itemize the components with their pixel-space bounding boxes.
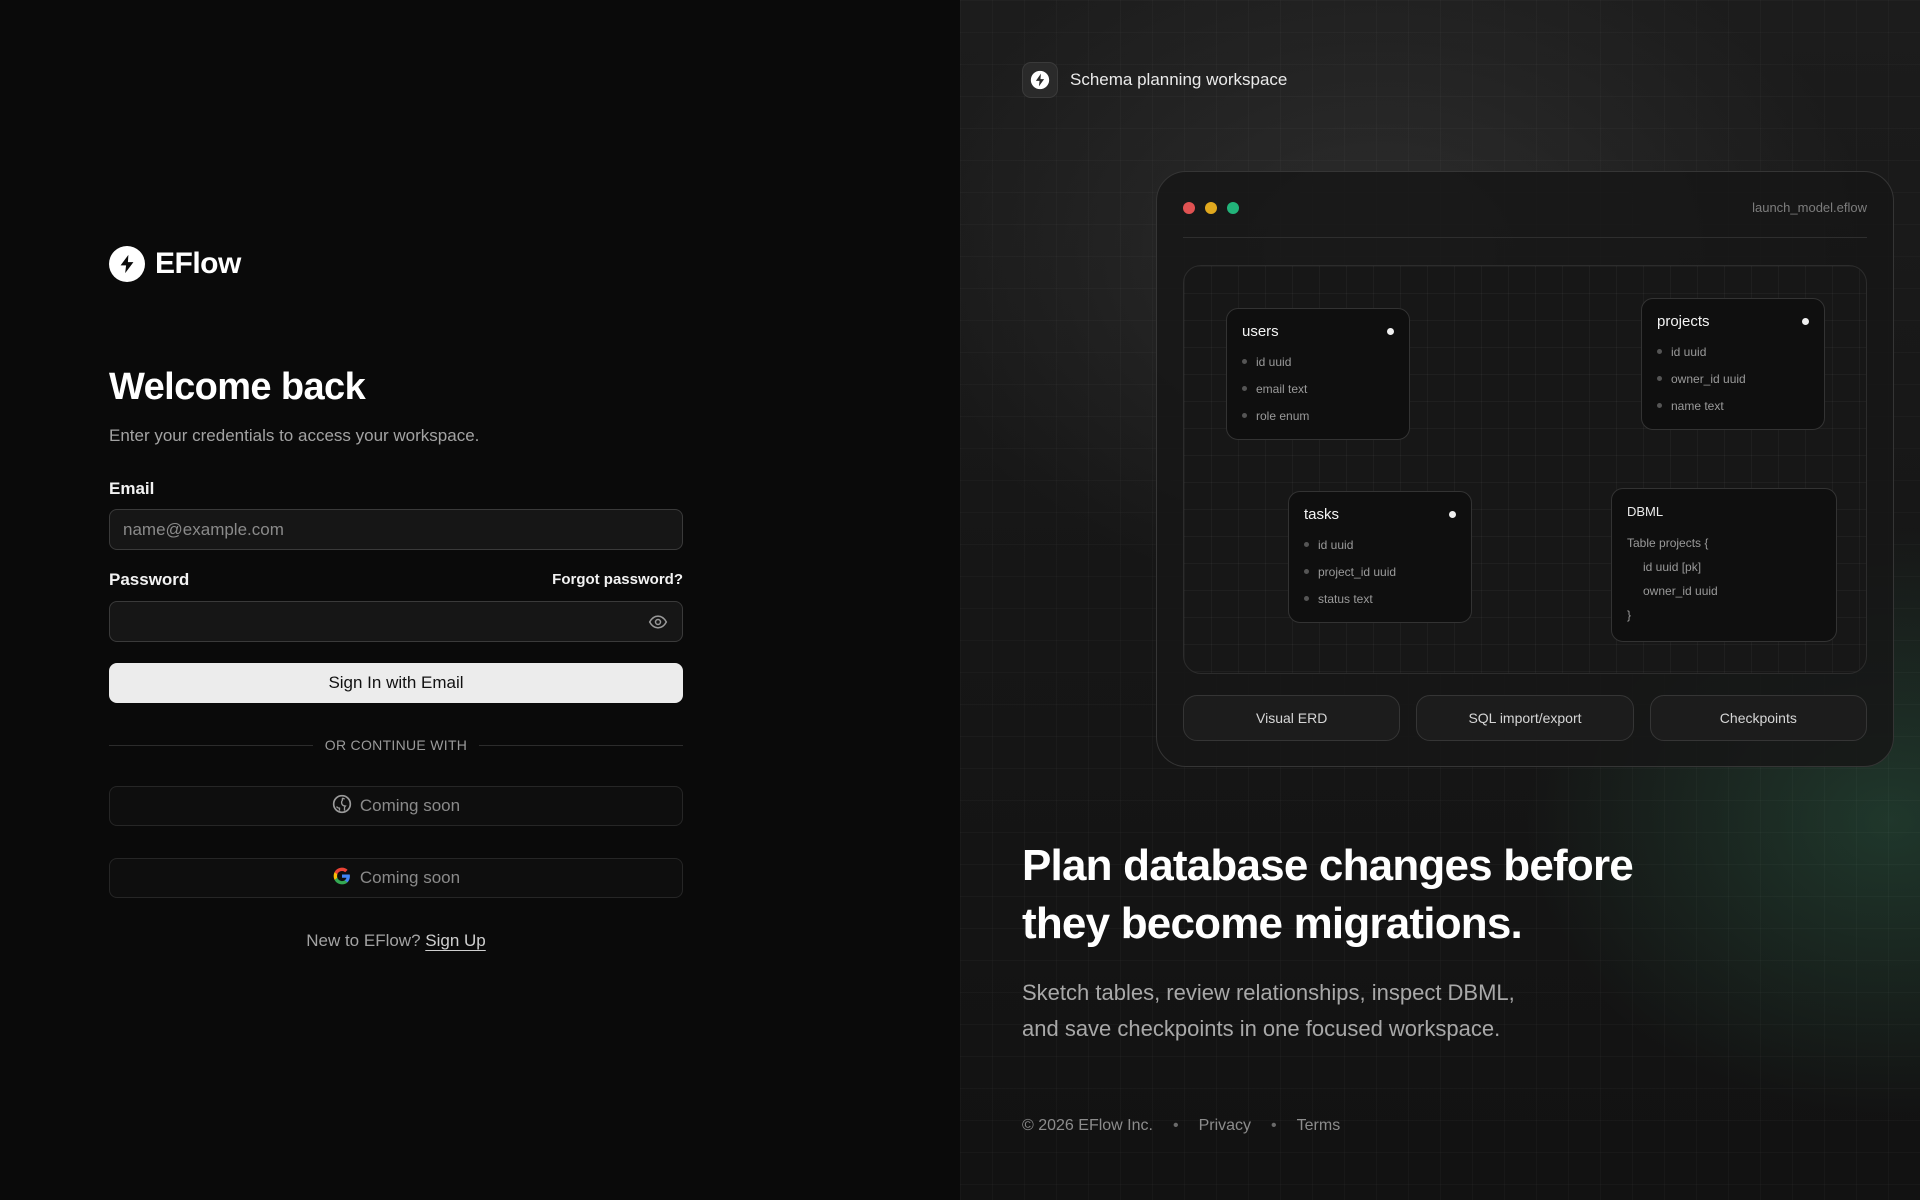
copyright: © 2026 EFlow Inc.: [1022, 1117, 1153, 1134]
brand-name: EFlow: [155, 247, 241, 280]
divider-line-left: [109, 744, 313, 746]
table-column: status text: [1304, 585, 1456, 612]
email-field-wrapper: [109, 509, 683, 550]
sign-up-link[interactable]: Sign Up: [425, 931, 485, 950]
table-status-dot: [1387, 328, 1394, 335]
dbml-title: DBML: [1627, 504, 1664, 519]
file-name: launch_model.eflow: [1752, 200, 1867, 215]
signup-prompt: New to EFlow? Sign Up: [109, 931, 683, 951]
feature-pill-sql: SQL import/export: [1416, 695, 1634, 741]
table-card-users: users id uuid email text role enum: [1226, 308, 1410, 440]
footer: © 2026 EFlow Inc. • Privacy • Terms: [1022, 1117, 1340, 1135]
badge-text: Schema planning workspace: [1070, 70, 1288, 89]
terms-link[interactable]: Terms: [1297, 1117, 1341, 1135]
github-button[interactable]: Coming soon: [109, 786, 683, 826]
dbml-line: Table projects {: [1627, 536, 1709, 550]
maximize-dot: [1227, 202, 1239, 214]
login-panel: EFlow Welcome back Enter your credential…: [0, 0, 960, 1200]
footer-separator: •: [1271, 1117, 1277, 1134]
promo-description: Sketch tables, review relationships, ins…: [1022, 975, 1622, 1047]
sign-in-button[interactable]: Sign In with Email: [109, 663, 683, 703]
bolt-icon: [109, 246, 145, 282]
window-controls: [1183, 202, 1239, 214]
headline-line-1: Plan database changes before: [1022, 841, 1634, 890]
password-field[interactable]: [123, 611, 669, 632]
divider: OR CONTINUE WITH: [109, 735, 683, 755]
google-icon: [332, 866, 352, 891]
feature-pill-checkpoints: Checkpoints: [1649, 695, 1867, 741]
footer-separator: •: [1172, 1117, 1179, 1134]
divider-text: OR CONTINUE WITH: [324, 737, 468, 753]
promo-panel: Schema planning workspace launch_model.e…: [960, 0, 1920, 1200]
close-dot: [1183, 202, 1195, 214]
table-column: id uuid: [1242, 348, 1394, 375]
page-title: Welcome back: [109, 366, 366, 408]
page-subtitle: Enter your credentials to access your wo…: [109, 426, 480, 445]
github-icon: [332, 794, 352, 819]
email-label: Email: [109, 479, 155, 498]
brand: EFlow: [109, 246, 241, 282]
app-preview-window: launch_model.eflow users id uuid email t…: [1156, 171, 1894, 767]
workspace-badge: Schema planning workspace: [1022, 62, 1287, 98]
table-card-tasks: tasks id uuid project_id uuid status tex…: [1288, 491, 1472, 623]
dbml-line: id uuid [pk]: [1643, 560, 1702, 574]
feature-pills: Visual ERD SQL import/export Checkpoints: [1183, 695, 1867, 741]
table-name: users: [1242, 323, 1279, 340]
table-column: project_id uuid: [1304, 558, 1456, 585]
github-button-label: Coming soon: [359, 796, 461, 815]
dbml-line: }: [1627, 608, 1632, 622]
privacy-link[interactable]: Privacy: [1199, 1117, 1251, 1135]
forgot-password-link[interactable]: Forgot password?: [552, 571, 683, 588]
table-column: role enum: [1242, 402, 1394, 429]
table-column: owner_id uuid: [1657, 365, 1809, 392]
window-divider: [1183, 237, 1867, 238]
divider-line-right: [479, 744, 683, 746]
table-name: tasks: [1304, 506, 1340, 523]
table-name: projects: [1657, 313, 1710, 330]
table-column: email text: [1242, 375, 1394, 402]
eye-icon[interactable]: [648, 613, 668, 636]
signup-prompt-text: New to EFlow?: [306, 931, 421, 950]
google-button[interactable]: Coming soon: [109, 858, 683, 898]
description-line-2: and save checkpoints in one focused work…: [1022, 1016, 1501, 1041]
bolt-icon: [1022, 62, 1058, 98]
table-column: id uuid: [1657, 338, 1809, 365]
email-field[interactable]: [123, 519, 669, 540]
table-column: name text: [1657, 392, 1809, 419]
password-label: Password: [109, 570, 190, 589]
feature-pill-visual-erd: Visual ERD: [1183, 695, 1401, 741]
erd-canvas: users id uuid email text role enum proje…: [1183, 265, 1867, 674]
password-field-wrapper: [109, 601, 683, 642]
headline-line-2: they become migrations.: [1022, 899, 1523, 948]
dbml-line: owner_id uuid: [1643, 584, 1718, 598]
google-button-label: Coming soon: [359, 868, 461, 887]
table-status-dot: [1449, 511, 1456, 518]
table-status-dot: [1802, 318, 1809, 325]
promo-headline: Plan database changes before they become…: [1022, 837, 1782, 953]
description-line-1: Sketch tables, review relationships, ins…: [1022, 980, 1515, 1005]
table-card-projects: projects id uuid owner_id uuid name text: [1641, 298, 1825, 430]
table-column: id uuid: [1304, 531, 1456, 558]
dbml-card: DBML Table projects { id uuid [pk] owner…: [1611, 488, 1837, 642]
minimize-dot: [1205, 202, 1217, 214]
